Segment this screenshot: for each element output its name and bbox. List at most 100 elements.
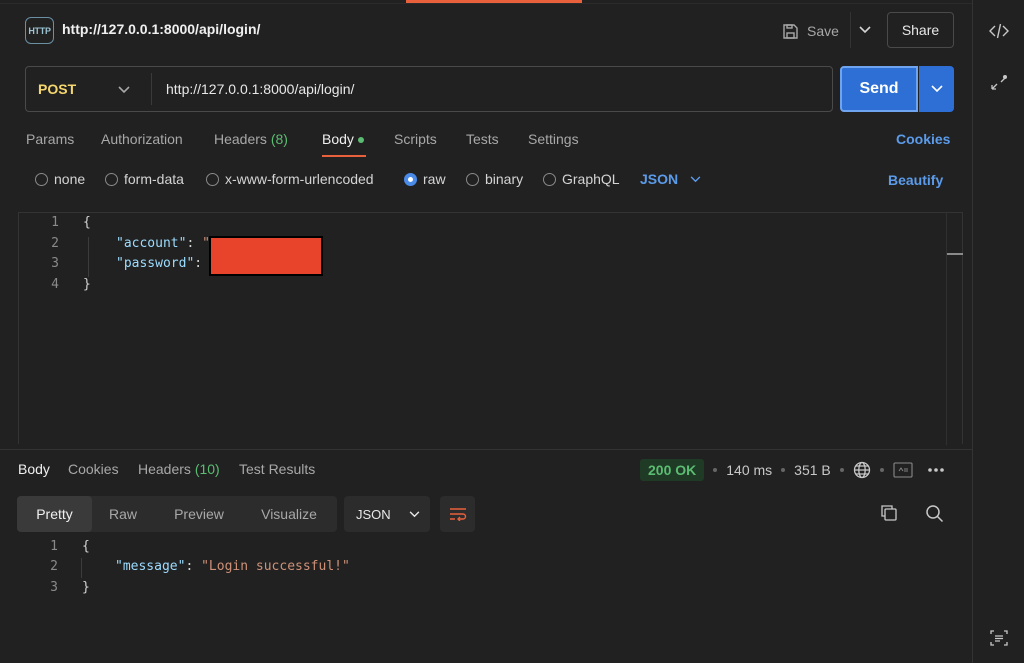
radio-circle: [543, 172, 556, 186]
arrows-dot-icon: [991, 75, 1007, 90]
response-meta: 200 OK 140 ms 351 B: [640, 458, 945, 482]
code-icon: [989, 23, 1009, 39]
status-badge[interactable]: 200 OK: [640, 459, 705, 481]
tab-headers-label: Headers: [214, 131, 267, 147]
tab-params[interactable]: Params: [26, 131, 74, 147]
related-collections-button[interactable]: [988, 73, 1010, 95]
tab-tests[interactable]: Tests: [466, 131, 499, 147]
save-label: Save: [807, 23, 839, 39]
radio-urlencoded[interactable]: x-www-form-urlencoded: [206, 171, 374, 187]
main-panel: HTTP http://127.0.0.1:8000/api/login/ Sa…: [0, 0, 972, 663]
http-request-icon: HTTP: [25, 17, 54, 44]
line-number: 2: [50, 559, 58, 574]
code-snippet-button[interactable]: [988, 20, 1010, 42]
radio-label: raw: [423, 171, 446, 187]
chevron-down-icon: [118, 86, 130, 94]
radio-circle: [206, 172, 219, 186]
beautify-button[interactable]: Beautify: [888, 172, 943, 188]
globe-icon[interactable]: [853, 461, 871, 479]
tab-test-results[interactable]: Test Results: [239, 461, 315, 477]
request-title[interactable]: http://127.0.0.1:8000/api/login/: [62, 21, 260, 37]
more-options-icon[interactable]: [927, 467, 945, 473]
send-button[interactable]: Send: [840, 66, 918, 112]
tab-response-headers[interactable]: Headers (10): [138, 461, 220, 477]
response-view-modes: Pretty Raw Preview Visualize: [17, 496, 337, 532]
radio-binary[interactable]: binary: [466, 171, 523, 187]
view-preview-button[interactable]: Preview: [161, 496, 237, 532]
divider: [0, 3, 972, 4]
editor-scrollbar[interactable]: [946, 213, 947, 445]
pane-divider[interactable]: [0, 449, 972, 450]
radio-raw[interactable]: raw: [404, 171, 446, 187]
save-icon: [783, 23, 798, 39]
method-select[interactable]: POST: [38, 81, 76, 97]
view-pretty-button[interactable]: Pretty: [17, 496, 92, 532]
send-options-button[interactable]: [919, 66, 954, 112]
divider: [151, 73, 152, 105]
json-key: "account": [116, 236, 187, 251]
view-raw-button[interactable]: Raw: [95, 496, 151, 532]
radio-label: x-www-form-urlencoded: [225, 171, 374, 187]
request-header: HTTP http://127.0.0.1:8000/api/login/ Sa…: [0, 10, 972, 50]
json-colon: :: [194, 256, 210, 271]
json-colon: :: [185, 559, 202, 574]
body-indicator-dot: [357, 137, 364, 144]
radio-circle: [35, 172, 48, 186]
radio-form-data[interactable]: form-data: [105, 171, 184, 187]
response-body-viewer[interactable]: 1 { 2 "message": "Login successful!" 3}: [18, 538, 963, 648]
body-format-select[interactable]: JSON: [640, 171, 701, 187]
share-button[interactable]: Share: [887, 12, 954, 48]
response-time[interactable]: 140 ms: [726, 462, 772, 478]
save-example-icon[interactable]: [893, 462, 913, 478]
tab-response-cookies[interactable]: Cookies: [68, 461, 119, 477]
wrap-lines-icon: [449, 508, 466, 521]
view-visualize-button[interactable]: Visualize: [249, 496, 329, 532]
copy-button[interactable]: [880, 504, 900, 524]
line-number: 2: [51, 236, 59, 251]
json-colon: :: [186, 236, 203, 251]
tab-settings[interactable]: Settings: [528, 131, 579, 147]
tab-body[interactable]: Body: [322, 131, 364, 147]
json-string: "Login successful!": [201, 559, 350, 574]
indent-guide: [88, 237, 89, 277]
redaction-box: [209, 236, 323, 276]
tab-authorization[interactable]: Authorization: [101, 131, 183, 147]
response-format-select[interactable]: JSON: [344, 496, 430, 532]
headers-count: (8): [270, 131, 288, 147]
cookies-link[interactable]: Cookies: [896, 131, 950, 147]
method-dropdown[interactable]: [118, 81, 134, 99]
save-button[interactable]: Save: [782, 18, 839, 44]
radio-label: none: [54, 171, 86, 187]
url-input[interactable]: http://127.0.0.1:8000/api/login/: [166, 81, 354, 97]
console-button[interactable]: [988, 627, 1010, 649]
line-number: 3: [51, 256, 59, 271]
tab-headers[interactable]: Headers (8): [214, 131, 288, 147]
chevron-down-icon: [859, 26, 871, 34]
tab-response-body[interactable]: Body: [18, 461, 50, 477]
radio-graphql[interactable]: GraphQL: [543, 171, 620, 187]
tab-headers-label: Headers: [138, 461, 191, 477]
request-body-editor[interactable]: 1 { 2 "account": " 3 "password": 4}: [18, 212, 963, 445]
search-button[interactable]: [925, 504, 945, 524]
code-text: "message": "Login successful!": [115, 559, 350, 574]
save-options-button[interactable]: [856, 20, 874, 40]
chevron-down-icon: [930, 85, 943, 93]
radio-none[interactable]: none: [35, 171, 85, 187]
radio-circle: [105, 172, 118, 186]
line-number: 3: [50, 580, 58, 595]
radio-circle: [466, 172, 479, 186]
radio-circle-selected: [404, 172, 417, 186]
json-key: "message": [115, 559, 186, 574]
line-number: 1: [51, 215, 59, 230]
tab-scripts[interactable]: Scripts: [394, 131, 437, 147]
search-icon: [926, 505, 944, 523]
line-number: 4: [51, 277, 59, 292]
wrap-lines-button[interactable]: [440, 496, 475, 532]
separator-dot: [781, 468, 786, 472]
code-text: {: [82, 539, 90, 554]
chevron-down-icon: [690, 175, 701, 182]
console-icon: [990, 630, 1008, 646]
scroll-position-marker: [947, 253, 963, 255]
copy-icon: [881, 505, 897, 521]
response-size[interactable]: 351 B: [794, 462, 831, 478]
